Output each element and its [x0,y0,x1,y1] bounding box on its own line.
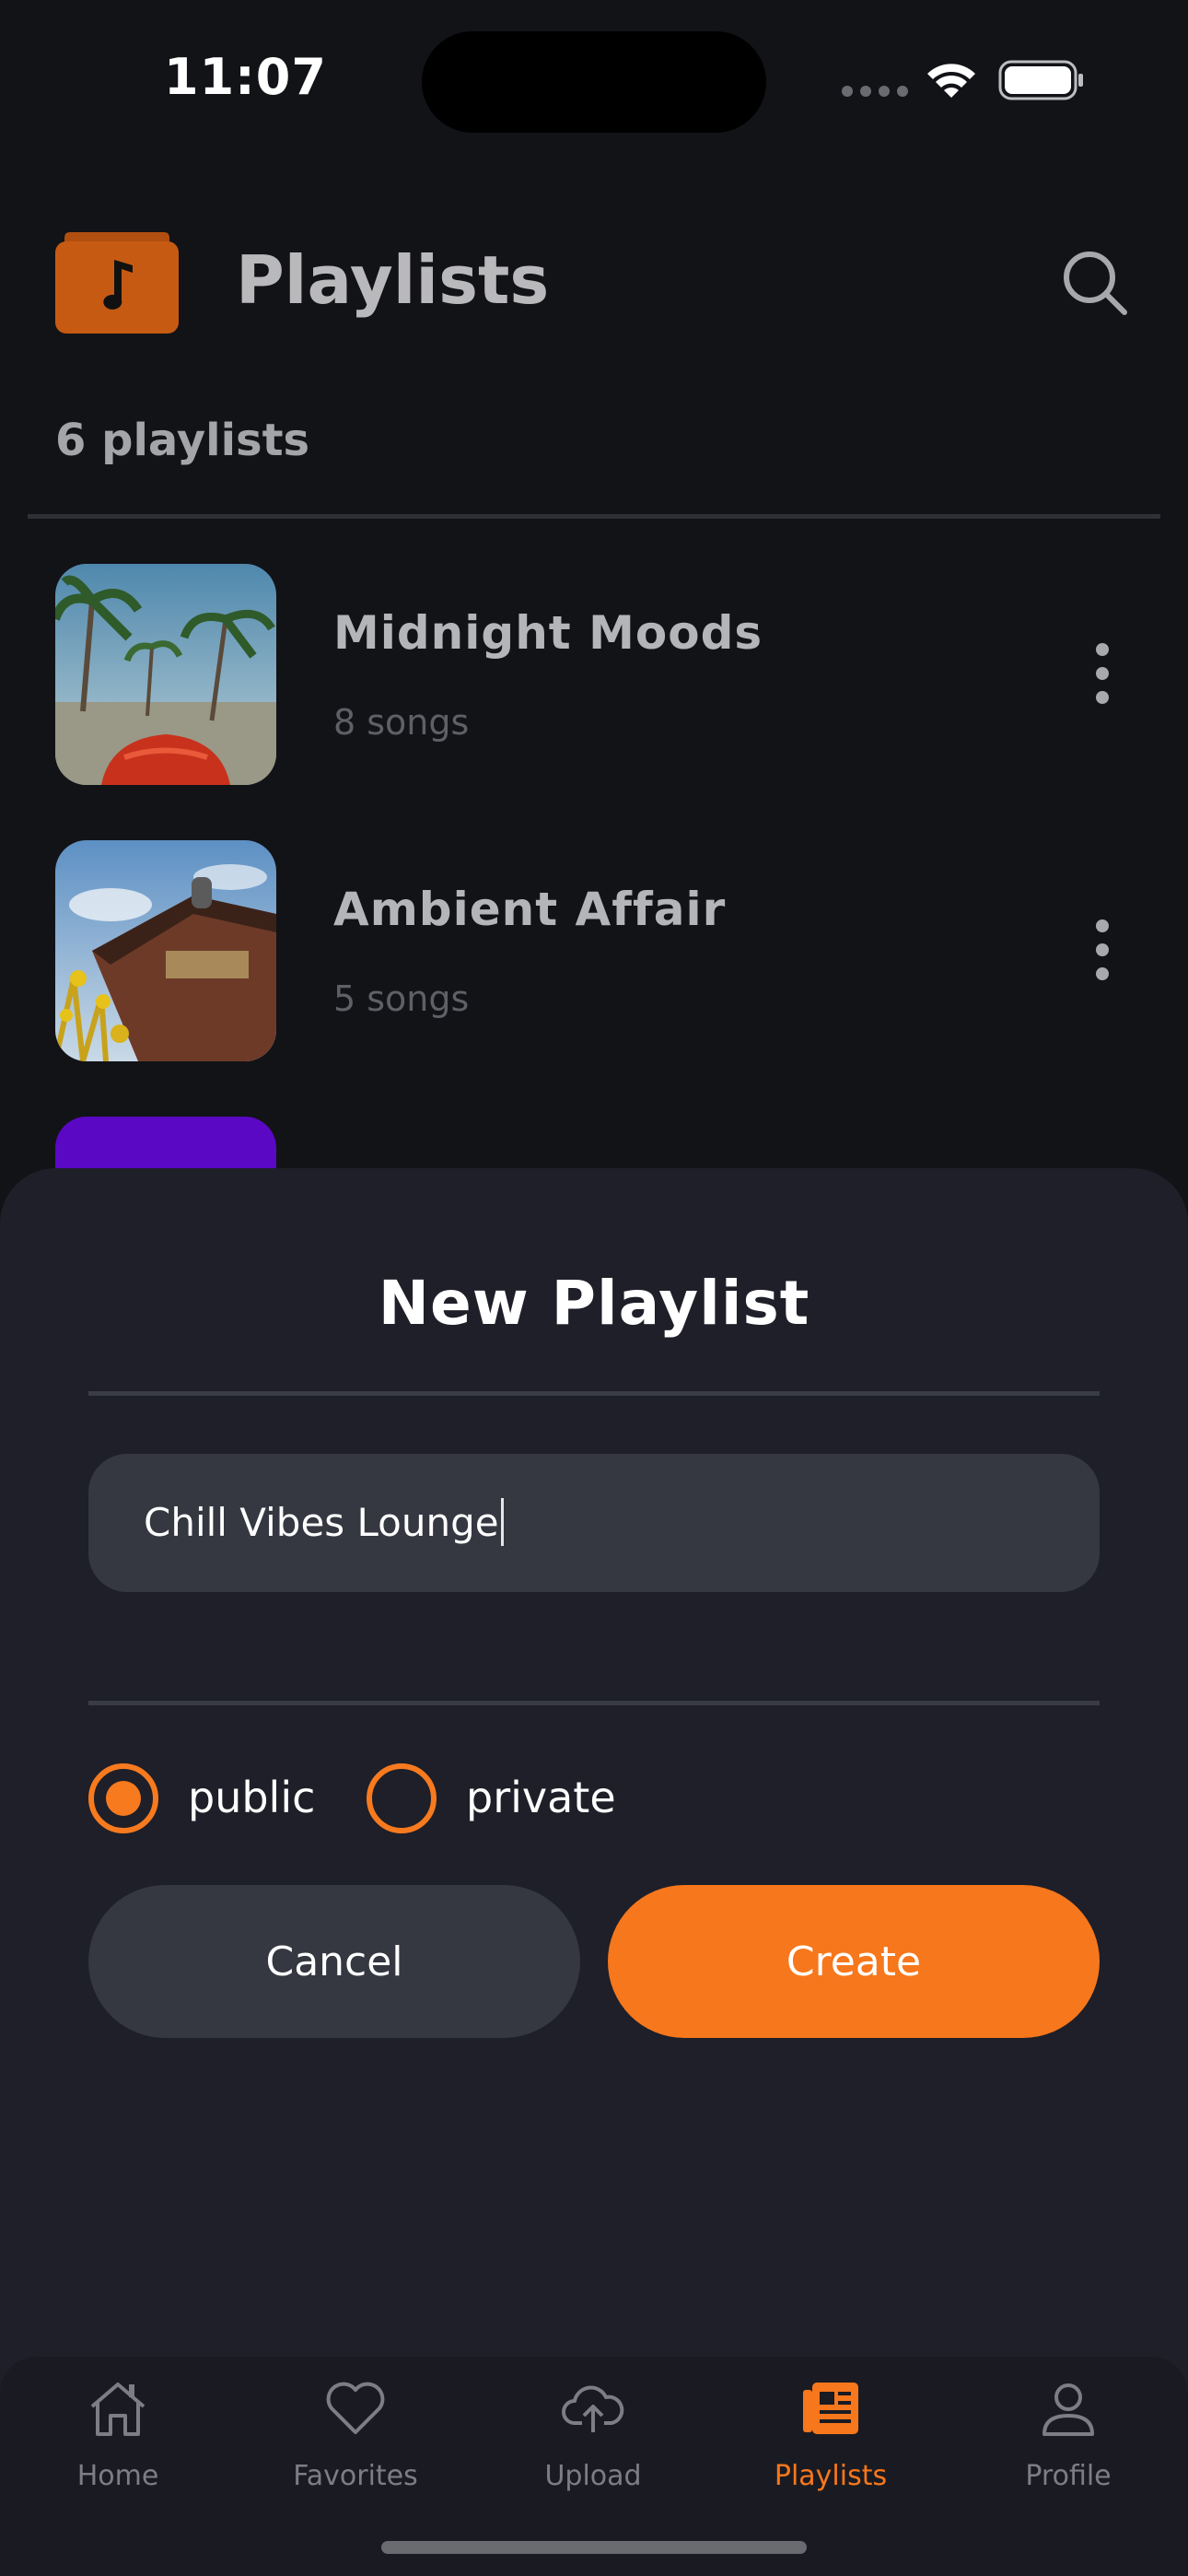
playlist-cover-image [55,564,276,785]
tab-profile[interactable]: Profile [967,2357,1170,2504]
sheet-divider [88,1701,1100,1705]
sheet-title: New Playlist [378,1268,810,1339]
header-divider [28,514,1160,519]
tab-favorites[interactable]: Favorites [254,2357,457,2504]
tab-home[interactable]: Home [17,2357,219,2504]
playlist-count: 6 playlists [55,415,310,466]
cloud-upload-icon [562,2385,624,2432]
playlists-icon [803,2383,858,2434]
text-caret [500,1497,504,1546]
playlist-song-count: 5 songs [333,978,470,1019]
create-button[interactable]: Create [608,1885,1100,2038]
status-time: 11:07 [164,48,327,106]
playlist-cover-image [55,840,276,1061]
cancel-button[interactable]: Cancel [88,1885,580,2038]
more-options-icon[interactable] [1089,919,1116,984]
sheet-divider [88,1391,1100,1396]
tab-label: Profile [1025,2460,1112,2492]
status-bar: 11:07 [0,0,1188,157]
tab-label: Playlists [774,2460,888,2492]
battery-icon [998,60,1083,100]
public-radio[interactable] [88,1763,158,1833]
home-indicator [381,2541,807,2554]
list-item[interactable]: Midnight Moods 8 songs [0,564,1188,785]
cellular-signal-icon [842,86,908,97]
tab-upload[interactable]: Upload [492,2357,694,2504]
tab-playlists[interactable]: Playlists [729,2357,932,2504]
public-label[interactable]: public [188,1773,315,1822]
tab-label: Home [76,2460,159,2492]
playlist-name-value: Chill Vibes Lounge [144,1500,499,1545]
playlist-name-input[interactable]: Chill Vibes Lounge [88,1454,1100,1592]
radio-selected-dot [106,1781,141,1816]
tab-label: Favorites [293,2460,418,2492]
tab-label: Upload [544,2460,642,2492]
profile-icon [1042,2383,1094,2436]
private-radio[interactable] [367,1763,437,1833]
heart-icon [326,2382,385,2434]
search-icon[interactable] [1061,249,1129,317]
dynamic-island [422,31,766,133]
playlist-title: Ambient Affair [333,883,727,936]
page-title: Playlists [236,241,550,319]
wifi-icon [927,64,975,98]
private-label[interactable]: private [466,1773,616,1822]
list-item[interactable]: Ambient Affair 5 songs [0,840,1188,1061]
playlist-title: Midnight Moods [333,606,763,660]
more-options-icon[interactable] [1089,643,1116,708]
music-folder-logo [55,232,179,334]
playlist-song-count: 8 songs [333,702,470,743]
home-icon [90,2383,146,2436]
